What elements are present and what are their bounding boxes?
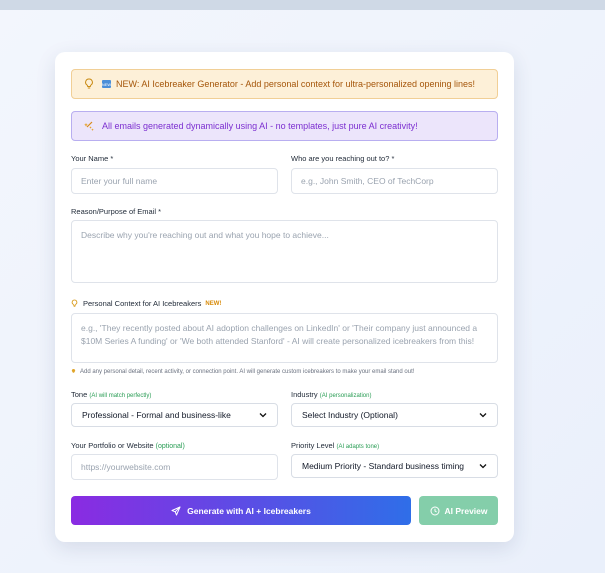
generate-button[interactable]: Generate with AI + Icebreakers (71, 496, 411, 525)
ai-info-banner-text: All emails generated dynamically using A… (102, 121, 418, 131)
context-textarea-placeholder: e.g., 'They recently posted about AI ado… (81, 323, 478, 346)
new-tag-icon: NEW (101, 80, 112, 88)
context-label-text: Personal Context for AI Icebreakers (83, 299, 202, 308)
chevron-down-icon (479, 411, 487, 420)
industry-label: Industry (AI personalization) (291, 390, 371, 399)
reason-textarea-placeholder: Describe why you're reaching out and wha… (81, 230, 329, 240)
context-lightbulb-icon (71, 299, 78, 308)
tone-label: Tone (AI will match perfectly) (71, 390, 151, 399)
priority-select[interactable]: Medium Priority - Standard business timi… (291, 454, 498, 478)
priority-hint: (AI adapts tone) (336, 444, 380, 450)
context-textarea[interactable]: e.g., 'They recently posted about AI ado… (71, 313, 498, 363)
top-bar (0, 0, 605, 10)
priority-select-value: Medium Priority - Standard business timi… (302, 461, 465, 471)
new-feature-banner-text: NEW: AI Icebreaker Generator - Add perso… (116, 79, 476, 89)
portfolio-hint: (optional) (155, 443, 185, 450)
ai-preview-button[interactable]: AI Preview (419, 496, 498, 525)
name-required-mark: * (110, 154, 114, 163)
priority-label: Priority Level (AI adapts tone) (291, 441, 379, 450)
reason-textarea[interactable]: Describe why you're reaching out and wha… (71, 220, 498, 283)
chevron-down-icon (479, 462, 487, 471)
recipient-label-text: Who are you reaching out to? (291, 154, 390, 163)
lightbulb-icon (82, 77, 96, 91)
context-note: Add any personal detail, recent activity… (71, 368, 414, 375)
sparkle-icon (82, 119, 96, 133)
context-label: Personal Context for AI Icebreakers NEW! (71, 299, 221, 308)
name-label: Your Name * (71, 154, 113, 163)
clock-icon (430, 506, 440, 516)
reason-required-mark: * (158, 207, 162, 216)
recipient-label: Who are you reaching out to? * (291, 154, 394, 163)
industry-hint: (AI personalization) (319, 393, 372, 399)
industry-label-text: Industry (291, 390, 318, 399)
tone-select[interactable]: Professional - Formal and business-like (71, 403, 278, 427)
priority-label-text: Priority Level (291, 441, 335, 450)
name-label-text: Your Name (71, 154, 109, 163)
new-feature-banner: NEW NEW: AI Icebreaker Generator - Add p… (71, 69, 498, 99)
send-icon (171, 506, 181, 516)
tone-label-text: Tone (71, 390, 88, 399)
portfolio-label-text: Your Portfolio or Website (71, 441, 154, 450)
recipient-input-placeholder: e.g., John Smith, CEO of TechCorp (301, 176, 434, 186)
reason-label-text: Reason/Purpose of Email (71, 207, 157, 216)
recipient-input[interactable]: e.g., John Smith, CEO of TechCorp (291, 168, 498, 194)
chevron-down-icon (259, 411, 267, 420)
recipient-required-mark: * (391, 154, 395, 163)
context-note-text: Add any personal detail, recent activity… (80, 368, 415, 375)
tone-hint: (AI will match perfectly) (89, 393, 152, 399)
portfolio-input[interactable]: https://yourwebsite.com (71, 454, 278, 480)
portfolio-label: Your Portfolio or Website (optional) (71, 441, 185, 450)
industry-select[interactable]: Select Industry (Optional) (291, 403, 498, 427)
generate-button-label: Generate with AI + Icebreakers (187, 505, 311, 516)
note-lightbulb-icon (71, 368, 76, 375)
ai-info-banner: All emails generated dynamically using A… (71, 111, 498, 141)
name-input[interactable]: Enter your full name (71, 168, 278, 194)
email-form-card: NEW NEW: AI Icebreaker Generator - Add p… (55, 52, 514, 542)
ai-preview-button-label: AI Preview (444, 505, 488, 516)
portfolio-input-placeholder: https://yourwebsite.com (81, 462, 171, 472)
reason-label: Reason/Purpose of Email * (71, 207, 161, 216)
tone-select-value: Professional - Formal and business-like (82, 410, 231, 420)
context-new-badge: NEW! (205, 300, 222, 307)
name-input-placeholder: Enter your full name (81, 176, 158, 186)
industry-select-value: Select Industry (Optional) (302, 410, 398, 420)
